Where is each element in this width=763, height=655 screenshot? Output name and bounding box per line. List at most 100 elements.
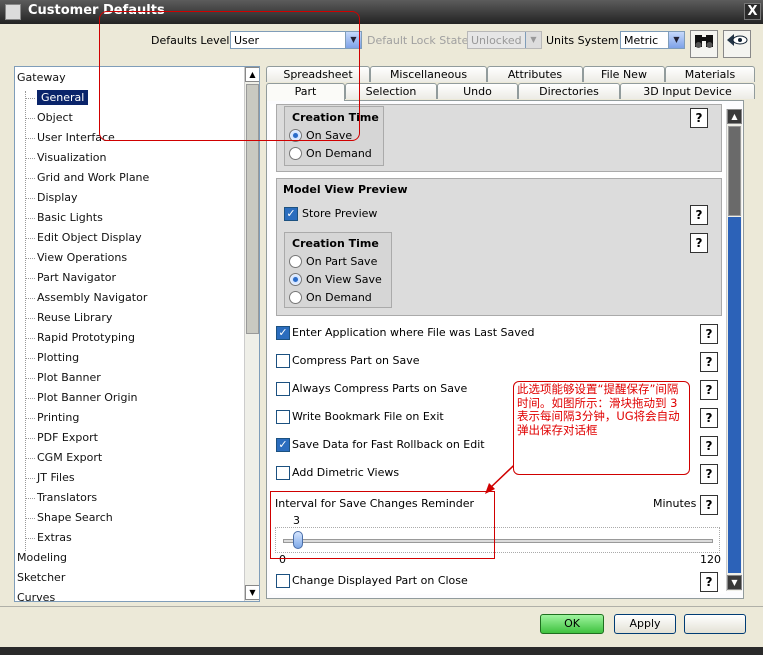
tree-item-plotting[interactable]: Plotting <box>24 348 79 368</box>
tree-item-view-operations[interactable]: View Operations <box>24 248 127 268</box>
checkbox-change-displayed-part-label: Change Displayed Part on Close <box>292 574 468 587</box>
close-button[interactable]: X <box>744 3 761 20</box>
tree-item-gateway[interactable]: Gateway <box>17 68 66 88</box>
tree-item-object[interactable]: Object <box>25 108 73 128</box>
tree-item-reuse-library[interactable]: Reuse Library <box>24 308 112 328</box>
eye-arrow-icon[interactable] <box>723 30 751 58</box>
ok-button[interactable]: OK <box>540 614 604 634</box>
category-tree[interactable]: Gateway General Object User Interface Vi… <box>14 66 260 602</box>
checkbox-always-compress-label: Always Compress Parts on Save <box>292 382 468 395</box>
tree-item-curves[interactable]: Curves <box>17 588 55 601</box>
app-icon <box>5 4 21 20</box>
chevron-down-icon: ▼ <box>525 32 541 48</box>
tree-item-assembly-navigator[interactable]: Assembly Navigator <box>24 288 147 308</box>
help-icon[interactable]: ? <box>690 233 708 253</box>
tab-part[interactable]: Part <box>266 83 345 101</box>
tab-miscellaneous[interactable]: Miscellaneous <box>370 66 487 82</box>
checkbox-enter-application[interactable]: ✓ <box>276 326 290 340</box>
help-icon[interactable]: ? <box>700 572 718 592</box>
radio-on-part-save[interactable] <box>289 255 302 268</box>
tree-item-part-navigator[interactable]: Part Navigator <box>24 268 116 288</box>
lock-state-label: Default Lock State <box>367 34 469 47</box>
annotation-box-interval <box>270 491 495 559</box>
radio-on-demand-top-label: On Demand <box>306 147 372 160</box>
tree-item-rapid-prototyping[interactable]: Rapid Prototyping <box>25 328 135 348</box>
tree-item-plot-banner[interactable]: Plot Banner <box>25 368 101 388</box>
tab-materials[interactable]: Materials <box>665 66 755 82</box>
tree-item-basic-lights[interactable]: Basic Lights <box>25 208 103 228</box>
units-system-label: Units System <box>546 34 619 47</box>
tab-undo[interactable]: Undo <box>437 83 518 99</box>
apply-button[interactable]: Apply <box>614 614 676 634</box>
tree-item-general[interactable]: General <box>24 88 89 108</box>
tree-item-extras[interactable]: Extras <box>25 528 72 548</box>
store-preview-label: Store Preview <box>302 207 378 220</box>
panel-scroll-thumb[interactable] <box>728 126 741 216</box>
lock-state-value: Unlocked <box>471 34 522 47</box>
help-icon[interactable]: ? <box>700 380 718 400</box>
units-system-value: Metric <box>624 34 659 47</box>
scroll-down-icon[interactable]: ▼ <box>245 585 259 600</box>
tree-item-modeling[interactable]: Modeling <box>17 548 67 568</box>
tree-item-printing[interactable]: Printing <box>24 408 79 428</box>
checkbox-write-bookmark-label: Write Bookmark File on Exit <box>292 410 444 423</box>
checkbox-compress-part-label: Compress Part on Save <box>292 354 420 367</box>
help-icon[interactable]: ? <box>690 108 708 128</box>
checkbox-dimetric-views-label: Add Dimetric Views <box>292 466 400 479</box>
tree-item-display[interactable]: Display <box>25 188 78 208</box>
model-view-preview-title: Model View Preview <box>283 183 408 196</box>
tree-item-jt-files[interactable]: JT Files <box>25 468 75 488</box>
checkbox-change-displayed-part[interactable] <box>276 574 290 588</box>
panel-scroll-track[interactable] <box>728 217 741 573</box>
tree-item-edit-object-display[interactable]: Edit Object Display <box>25 228 142 248</box>
tab-attributes[interactable]: Attributes <box>487 66 583 82</box>
checkbox-write-bookmark[interactable] <box>276 410 290 424</box>
chevron-down-icon: ▼ <box>668 32 684 48</box>
tree-connector <box>25 91 26 551</box>
help-icon[interactable]: ? <box>700 352 718 372</box>
binoculars-icon[interactable] <box>690 30 718 58</box>
help-icon[interactable]: ? <box>700 324 718 344</box>
bottom-divider <box>0 606 763 607</box>
help-icon[interactable]: ? <box>700 495 718 515</box>
radio-on-view-save-label: On View Save <box>306 273 382 286</box>
tab-file-new[interactable]: File New <box>583 66 665 82</box>
checkbox-enter-application-label: Enter Application where File was Last Sa… <box>292 326 535 339</box>
tree-item-pdf-export[interactable]: PDF Export <box>25 428 98 448</box>
help-icon[interactable]: ? <box>700 408 718 428</box>
panel-scrollbar[interactable]: ▲ ▼ <box>726 109 742 591</box>
tab-3d-input-device[interactable]: 3D Input Device <box>620 83 755 99</box>
cancel-button[interactable] <box>684 614 746 634</box>
tree-scrollbar[interactable]: ▲ ▼ <box>244 67 259 601</box>
help-icon[interactable]: ? <box>700 436 718 456</box>
help-icon[interactable]: ? <box>690 205 708 225</box>
tree-item-translators[interactable]: Translators <box>24 488 97 508</box>
units-system-select[interactable]: Metric ▼ <box>620 31 685 49</box>
annotation-box-title <box>99 11 360 141</box>
tree-item-shape-search[interactable]: Shape Search <box>25 508 113 528</box>
help-icon[interactable]: ? <box>700 464 718 484</box>
tree-item-cgm-export[interactable]: CGM Export <box>24 448 102 468</box>
scroll-down-icon[interactable]: ▼ <box>727 575 742 590</box>
lock-state-select: Unlocked ▼ <box>467 31 542 49</box>
tree-item-grid-and-work-plane[interactable]: Grid and Work Plane <box>24 168 149 188</box>
tab-directories[interactable]: Directories <box>518 83 620 99</box>
radio-on-demand[interactable] <box>289 291 302 304</box>
window-bottom-border <box>0 647 763 655</box>
checkbox-compress-part[interactable] <box>276 354 290 368</box>
radio-on-demand-top[interactable] <box>289 147 302 160</box>
radio-on-demand-label: On Demand <box>306 291 372 304</box>
tree-item-visualization[interactable]: Visualization <box>24 148 106 168</box>
scroll-up-icon[interactable]: ▲ <box>727 109 742 124</box>
checkbox-fast-rollback[interactable]: ✓ <box>276 438 290 452</box>
interval-unit: Minutes <box>653 497 697 510</box>
annotation-callout-text: 此选项能够设置“提醒保存”间隔时间。如图所示：滑块拖动到 3 表示每间隔3分钟，… <box>517 382 680 437</box>
tree-item-sketcher[interactable]: Sketcher <box>17 568 65 588</box>
radio-on-view-save[interactable] <box>289 273 302 286</box>
checkbox-always-compress[interactable] <box>276 382 290 396</box>
tree-item-plot-banner-origin[interactable]: Plot Banner Origin <box>25 388 138 408</box>
creation-time-title: Creation Time <box>292 237 379 250</box>
store-preview-checkbox[interactable]: ✓ <box>284 207 298 221</box>
checkbox-dimetric-views[interactable] <box>276 466 290 480</box>
slider-max-label: 120 <box>700 553 721 566</box>
